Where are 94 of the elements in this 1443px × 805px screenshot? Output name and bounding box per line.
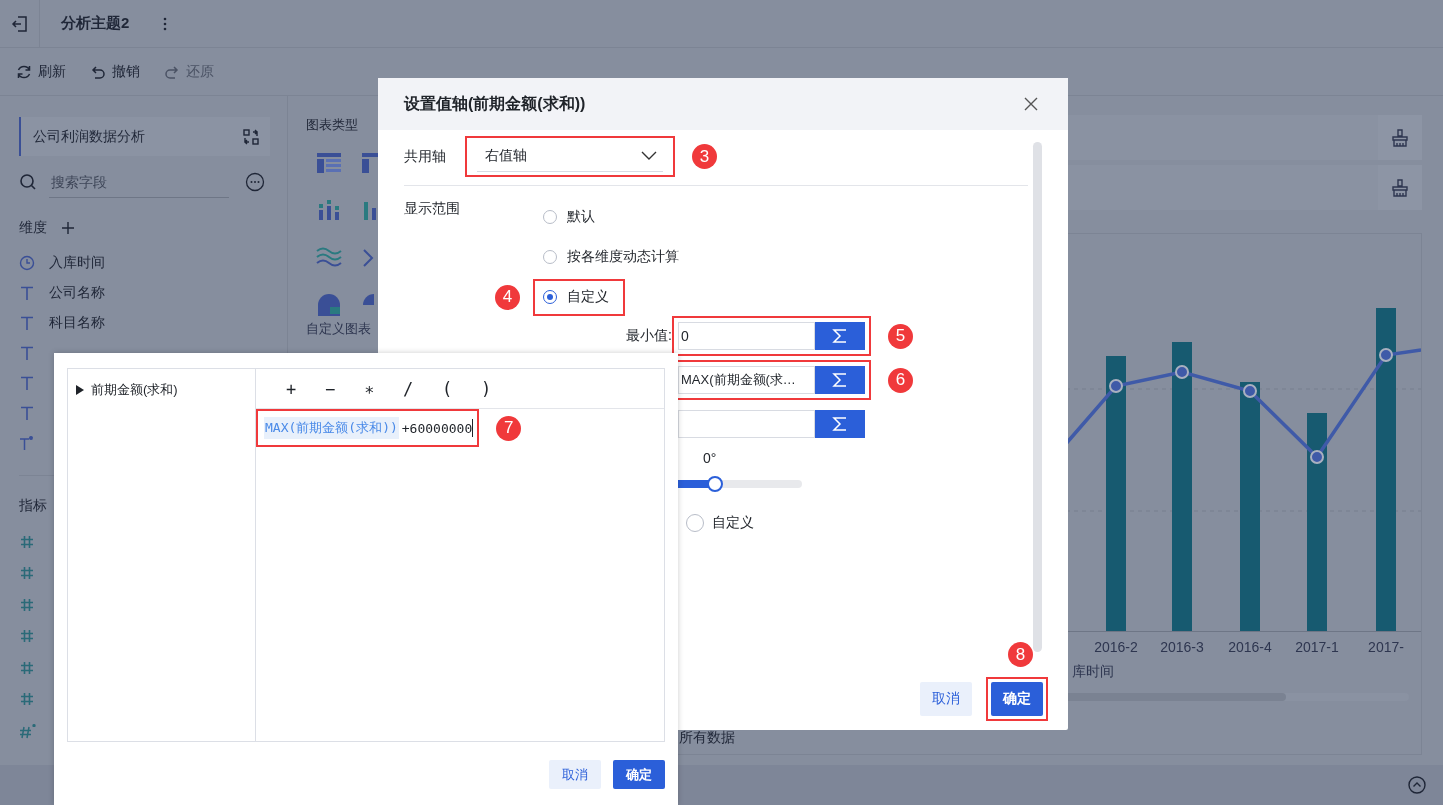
line-point [1109, 379, 1123, 393]
axis-label: 2016-3 [1160, 639, 1204, 655]
more-options-icon[interactable] [245, 172, 265, 192]
formula-button[interactable] [815, 322, 865, 350]
text-field-icon [19, 345, 35, 361]
line-point [1175, 365, 1189, 379]
clock-icon [19, 255, 35, 271]
text-field-icon [19, 375, 35, 391]
calculated-text-field-icon [19, 435, 35, 451]
operator-button[interactable]: + [280, 378, 302, 399]
annotation-number: 6 [888, 367, 913, 393]
axis-label: 2016-2 [1094, 639, 1138, 655]
hash-icon [19, 596, 35, 613]
data-scope-label: 所有数据 [679, 729, 735, 745]
refresh-icon [16, 63, 32, 80]
axis-label: 2017- [1368, 639, 1404, 655]
toolbar-button[interactable]: 撤销 [90, 62, 140, 81]
min-value-field[interactable]: 0 [678, 322, 815, 350]
option-label[interactable]: 自定义 [567, 288, 609, 306]
axis-label: 2016-4 [1228, 639, 1272, 655]
grouped-bar-icon[interactable] [316, 198, 341, 222]
plus-icon[interactable] [61, 221, 75, 235]
search-icon [19, 173, 37, 191]
panel-title: 图表类型 [306, 116, 359, 134]
sigma-icon [832, 416, 848, 432]
field-name[interactable]: 公司名称 [49, 284, 105, 302]
confirm-button[interactable]: 确定 [613, 760, 665, 789]
formula-text: +60000000 [401, 420, 473, 436]
chevron-down-icon [641, 151, 657, 161]
annotation-number: 7 [496, 415, 522, 441]
confirm-button[interactable]: 确定 [991, 682, 1043, 716]
exit-icon[interactable] [10, 14, 29, 33]
analysis-title: 分析主题2 [61, 14, 130, 33]
dataset-selector[interactable]: 公司利润数据分析 [19, 117, 270, 156]
wave-lines-icon[interactable] [315, 246, 342, 268]
rotation-reading: 0° [703, 450, 717, 466]
hash-icon [19, 565, 35, 582]
option-label[interactable]: 按各维度动态计算 [567, 248, 679, 266]
interval-field[interactable] [678, 410, 815, 438]
section-title: 指标 [19, 497, 47, 515]
annotation-number: 8 [1008, 642, 1033, 667]
swap-icon[interactable] [242, 127, 260, 146]
redo-icon [164, 63, 180, 80]
sigma-icon [832, 328, 848, 344]
slider-thumb[interactable] [706, 476, 723, 492]
annotation-number: 3 [692, 144, 717, 169]
toolbar-button[interactable]: 刷新 [16, 62, 66, 81]
hash-icon [19, 628, 35, 645]
option-label[interactable]: 自定义 [712, 514, 754, 532]
hash-icon [19, 691, 35, 708]
undo-icon [90, 63, 106, 80]
text-field-icon [19, 315, 35, 331]
axis-title: 库时间 [1072, 663, 1114, 679]
calculated-hash-icon [19, 722, 37, 739]
field-label: 最小值: [625, 327, 672, 345]
formula-button[interactable] [815, 410, 865, 438]
hash-icon [19, 659, 35, 676]
sigma-icon [832, 372, 848, 388]
section-title: 维度 [19, 219, 47, 237]
axis-label: 2017-1 [1295, 639, 1339, 655]
text-field-icon [19, 285, 35, 301]
broom-icon [1391, 178, 1409, 197]
tree-item[interactable]: 前期金额(求和) [91, 381, 178, 399]
operator-button[interactable]: / [397, 378, 419, 399]
operator-button[interactable]: ∗ [358, 378, 380, 399]
cancel-button[interactable]: 取消 [549, 760, 601, 789]
dialog-title: 设置值轴(前期金额(求和)) [404, 93, 586, 114]
field-label: 共用轴 [404, 147, 447, 166]
search-field[interactable]: 搜索字段 [49, 166, 229, 198]
more-icon[interactable] [163, 16, 168, 31]
close-icon[interactable] [1024, 97, 1038, 111]
operator-button[interactable]: ( [436, 378, 458, 399]
text-field-icon [19, 405, 35, 421]
field-label: 显示范围 [404, 200, 461, 218]
expand-triangle-icon[interactable] [76, 385, 84, 395]
formula-button[interactable] [815, 366, 865, 394]
collapse-up-icon[interactable] [1408, 776, 1426, 794]
cancel-button[interactable]: 取消 [920, 682, 972, 716]
line-point [1243, 384, 1257, 398]
field-name[interactable]: 入库时间 [49, 254, 105, 272]
annotation-number: 5 [888, 323, 913, 349]
axis-dropdown[interactable]: 右值轴 [477, 141, 663, 172]
option-label[interactable]: 默认 [567, 208, 595, 226]
operator-button[interactable]: − [319, 378, 341, 399]
max-value-field[interactable]: MAX(前期金额(求… [678, 366, 815, 394]
broom-icon [1391, 128, 1409, 147]
field-name[interactable]: 科目名称 [49, 314, 105, 332]
annotation-number: 4 [495, 284, 520, 310]
line-point [1379, 348, 1393, 362]
hash-icon [19, 533, 35, 550]
line-point [1310, 450, 1324, 464]
operator-button[interactable]: ) [475, 378, 497, 399]
scrollbar[interactable] [1033, 142, 1042, 652]
text-cursor [472, 419, 474, 437]
